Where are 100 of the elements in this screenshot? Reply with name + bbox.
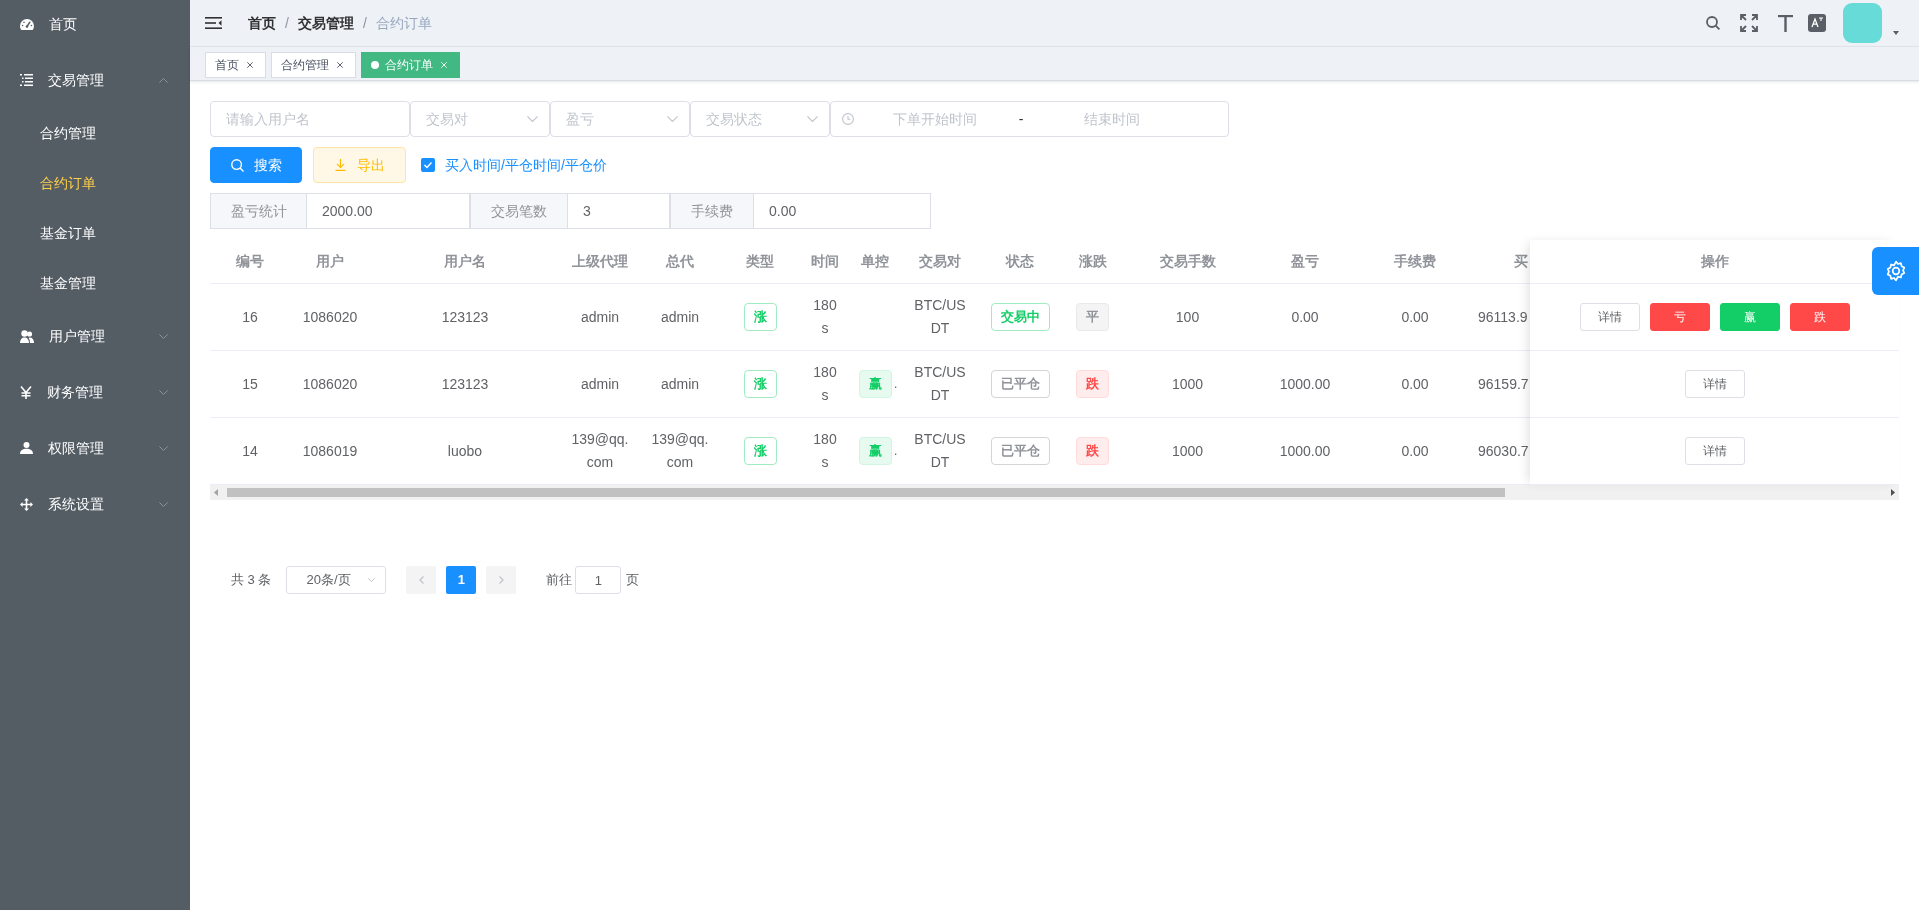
page-jump-field[interactable]: 1 [575,566,622,594]
column-header: 手续费 [1394,252,1436,271]
stat-label: 盈亏统计 [210,193,307,229]
user-id: 1086019 [302,441,358,461]
select-field[interactable]: 交易对 [410,101,550,137]
trend-tag: 跌 [1076,370,1109,398]
general-agent-name: admin [660,374,700,394]
menu-item[interactable]: 基金订单 [0,208,190,258]
menu-item[interactable]: 合约订单 [0,158,190,208]
username-text: 123123 [441,307,489,327]
details-button[interactable]: 详情 [1579,303,1640,331]
status-tag: 已平仓 [990,437,1050,465]
list-icon [20,74,33,86]
status-tag: 已平仓 [990,370,1050,398]
buy-price: 96159.7 [1478,374,1529,394]
lot-count: 1000 [1171,441,1204,461]
scroll-right-icon[interactable] [1891,489,1895,496]
details-button[interactable]: 详情 [1684,370,1745,398]
lot-count: 1000 [1171,374,1204,394]
close-icon[interactable] [337,62,343,68]
user-icon [20,442,33,454]
username-field[interactable]: 请输入用户名 [210,101,410,137]
column-header: 类型 [746,252,774,271]
chevron-down-icon [667,116,678,122]
breadcrumb-current: 合约订单 [375,13,432,33]
end-date-input[interactable]: 结束时间 [1031,108,1193,130]
breadcrumb-link[interactable]: 交易管理 [297,12,354,34]
text-size-icon[interactable] [1778,14,1793,32]
profit-amount: 1000.00 [1279,441,1331,461]
submenu-title[interactable]: 系统设置 [0,476,190,532]
download-icon [334,159,346,171]
settings-button[interactable] [1872,247,1919,295]
duration-text: 180s [812,296,838,338]
stat-value: 3 [568,193,670,229]
page-size-select[interactable]: 20条/页 [286,566,387,594]
status-tag: 交易中 [990,303,1050,331]
profit-amount: 0.00 [1291,307,1319,327]
column-header: 用户名 [444,252,486,271]
column-header: 用户 [316,252,344,271]
select-field[interactable]: 盈亏 [550,101,690,137]
fee-amount: 0.00 [1401,441,1429,461]
fee-amount: 0.00 [1401,307,1429,327]
horizontal-scrollbar[interactable] [210,485,1899,500]
stat-label: 交易笔数 [470,193,568,229]
truncated-text: . [894,443,898,460]
truncated-text: . [894,376,898,393]
buy-price: 96113.9 [1478,307,1528,327]
submenu-title[interactable]: 用户管理 [0,308,190,364]
user-id: 1086020 [302,307,358,327]
control-tag: 赢 [859,437,892,465]
direction-tag: 涨 [743,370,777,398]
fullscreen-icon[interactable] [1740,14,1758,32]
agent-name: admin [580,374,620,394]
start-date-input[interactable]: 下单开始时间 [859,108,1011,130]
translate-icon[interactable] [1808,14,1826,32]
column-header: 涨跌 [1078,252,1107,271]
chevron-down-icon [368,578,376,582]
submenu-title[interactable]: 权限管理 [0,420,190,476]
fee-amount: 0.00 [1401,374,1429,394]
column-header: 买 [1514,252,1528,271]
column-header: 上级代理 [572,252,628,271]
menu-icon[interactable] [205,17,222,29]
breadcrumb-link[interactable]: 首页 [248,12,276,34]
date-range-field[interactable]: 下单开始时间 - 结束时间 [830,101,1229,137]
column-header: 交易手数 [1159,252,1216,271]
yen-icon [20,385,32,399]
menu-item[interactable]: 基金管理 [0,258,190,308]
menu-item[interactable]: 合约管理 [0,108,190,158]
jump-suffix: 页 [626,571,640,590]
tab[interactable]: 首页 [205,52,266,78]
trend-tag: 平 [1076,303,1109,331]
checkbox[interactable] [421,158,435,172]
dashboard-icon [20,18,34,30]
trend-tag: 跌 [1076,437,1109,465]
range-separator: - [1017,109,1025,129]
select-field[interactable]: 交易状态 [690,101,830,137]
direction-tag: 涨 [743,437,777,465]
menu-item[interactable]: 首页 [0,0,190,52]
user-id: 1086020 [302,374,358,394]
direction-tag: 涨 [743,303,777,331]
stat-label: 手续费 [670,193,754,229]
stat-value: 2000.00 [307,193,470,229]
general-agent-name: 139@qq.com [650,430,710,472]
close-icon[interactable] [247,62,253,68]
agent-name: 139@qq.com [570,430,630,472]
total-count: 共 3 条 [231,571,272,590]
caret-down-icon[interactable] [1893,31,1899,35]
order-id: 15 [242,374,258,394]
move-icon [20,497,33,511]
search-icon[interactable] [1706,16,1720,30]
submenu-title[interactable]: 财务管理 [0,364,190,420]
duration-text: 180s [812,430,838,472]
column-header: 状态 [1006,252,1034,271]
clock-icon [842,113,854,125]
submenu-title[interactable]: 交易管理 [0,52,190,108]
details-button[interactable]: 详情 [1684,437,1745,465]
username-text: luobo [447,441,483,461]
scrollbar-thumb[interactable] [227,488,1505,497]
trade-pair: BTC/USDT [913,430,967,472]
tab[interactable]: 合约管理 [271,52,356,78]
